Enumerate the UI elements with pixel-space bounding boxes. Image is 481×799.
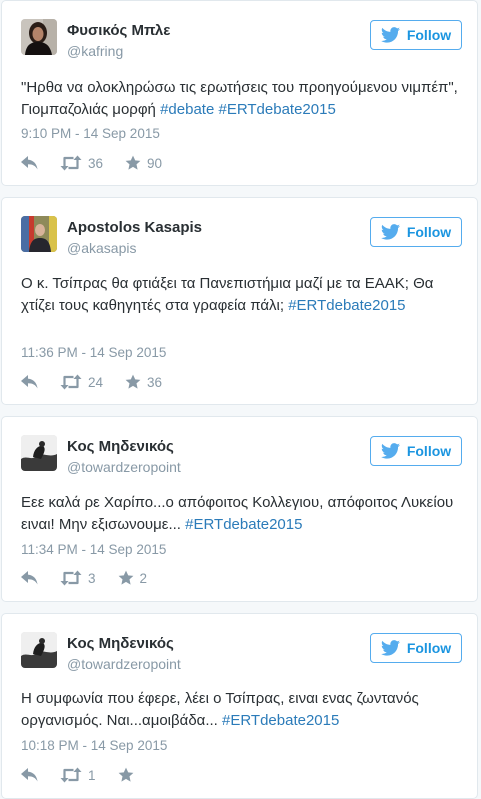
reply-icon bbox=[21, 375, 39, 389]
star-icon bbox=[118, 570, 134, 586]
like-button[interactable]: 2 bbox=[118, 570, 148, 586]
follow-button-label: Follow bbox=[406, 640, 452, 656]
follow-button[interactable]: Follow bbox=[370, 436, 462, 466]
star-icon bbox=[125, 374, 141, 390]
follow-button[interactable]: Follow bbox=[370, 217, 462, 247]
retweet-button[interactable]: 24 bbox=[60, 374, 103, 390]
avatar[interactable] bbox=[21, 216, 57, 252]
follow-button[interactable]: Follow bbox=[370, 633, 462, 663]
retweet-count: 3 bbox=[88, 570, 96, 586]
avatar[interactable] bbox=[21, 632, 57, 668]
timestamp[interactable]: 11:36 PM - 14 Sep 2015 bbox=[21, 345, 166, 360]
like-count: 36 bbox=[147, 374, 163, 390]
reply-button[interactable] bbox=[21, 768, 39, 782]
display-name[interactable]: Κος Μηδενικός bbox=[67, 438, 174, 455]
user-handle[interactable]: @towardzeropoint bbox=[67, 656, 181, 672]
tweet-actions: 24 36 bbox=[21, 373, 162, 391]
retweet-count: 1 bbox=[88, 767, 96, 783]
like-count: 90 bbox=[147, 155, 163, 171]
reply-button[interactable] bbox=[21, 156, 39, 170]
retweet-icon bbox=[60, 570, 82, 586]
reply-icon bbox=[21, 768, 39, 782]
twitter-bird-icon bbox=[381, 27, 400, 43]
follow-button-label: Follow bbox=[406, 443, 452, 459]
tweet-card[interactable]: Κος Μηδενικός @towardzeropoint Follow Η … bbox=[1, 613, 478, 799]
tweet-actions: 36 90 bbox=[21, 154, 162, 172]
reply-icon bbox=[21, 156, 39, 170]
avatar[interactable] bbox=[21, 435, 57, 471]
tweet-feed: Φυσικός Μπλε @kafring Follow "Ηρθα να ολ… bbox=[0, 0, 481, 799]
user-handle[interactable]: @towardzeropoint bbox=[67, 459, 181, 475]
follow-button[interactable]: Follow bbox=[370, 20, 462, 50]
hashtag-link[interactable]: #ERTdebate2015 bbox=[218, 101, 335, 118]
twitter-bird-icon bbox=[381, 224, 400, 240]
retweet-icon bbox=[60, 767, 82, 783]
reply-icon bbox=[21, 571, 39, 585]
avatar[interactable] bbox=[21, 19, 57, 55]
like-button[interactable]: 90 bbox=[125, 155, 162, 171]
reply-button[interactable] bbox=[21, 571, 39, 585]
display-name[interactable]: Κος Μηδενικός bbox=[67, 635, 174, 652]
twitter-bird-icon bbox=[381, 640, 400, 656]
user-handle[interactable]: @kafring bbox=[67, 43, 123, 59]
display-name[interactable]: Apostolos Kasapis bbox=[67, 219, 202, 236]
retweet-count: 36 bbox=[88, 155, 104, 171]
tweet-text-body: Η συμφωνία που έφερε, λέει ο Τσίπρας, ει… bbox=[21, 690, 419, 729]
like-count: 2 bbox=[139, 570, 148, 586]
hashtag-link[interactable]: #ERTdebate2015 bbox=[185, 516, 302, 533]
timestamp[interactable]: 9:10 PM - 14 Sep 2015 bbox=[21, 126, 160, 141]
tweet-card[interactable]: Apostolos Kasapis @akasapis Follow Ο κ. … bbox=[1, 197, 478, 405]
hashtag-link[interactable]: #ERTdebate2015 bbox=[288, 297, 405, 314]
display-name[interactable]: Φυσικός Μπλε bbox=[67, 22, 170, 39]
retweet-button[interactable]: 1 bbox=[60, 767, 96, 783]
tweet-actions: 3 2 bbox=[21, 569, 147, 587]
tweet-text: Η συμφωνία που έφερε, λέει ο Τσίπρας, ει… bbox=[21, 688, 461, 732]
retweet-count: 24 bbox=[88, 374, 104, 390]
twitter-bird-icon bbox=[381, 443, 400, 459]
tweet-card[interactable]: Κος Μηδενικός @towardzeropoint Follow Εε… bbox=[1, 416, 478, 602]
user-handle[interactable]: @akasapis bbox=[67, 240, 136, 256]
hashtag-link[interactable]: #ERTdebate2015 bbox=[222, 712, 339, 729]
timestamp[interactable]: 11:34 PM - 14 Sep 2015 bbox=[21, 542, 166, 557]
tweet-card[interactable]: Φυσικός Μπλε @kafring Follow "Ηρθα να ολ… bbox=[1, 0, 478, 186]
tweet-actions: 1 bbox=[21, 766, 140, 784]
hashtag-link[interactable]: #debate bbox=[160, 101, 214, 118]
like-button[interactable]: 36 bbox=[125, 374, 162, 390]
retweet-icon bbox=[60, 155, 82, 171]
retweet-icon bbox=[60, 374, 82, 390]
tweet-text: "Ηρθα να ολοκληρώσω τις ερωτήσεις του πρ… bbox=[21, 77, 461, 121]
retweet-button[interactable]: 3 bbox=[60, 570, 96, 586]
timestamp[interactable]: 10:18 PM - 14 Sep 2015 bbox=[21, 738, 167, 753]
like-button[interactable] bbox=[118, 767, 140, 783]
reply-button[interactable] bbox=[21, 375, 39, 389]
star-icon bbox=[125, 155, 141, 171]
follow-button-label: Follow bbox=[406, 224, 452, 240]
star-icon bbox=[118, 767, 134, 783]
follow-button-label: Follow bbox=[406, 27, 452, 43]
retweet-button[interactable]: 36 bbox=[60, 155, 103, 171]
tweet-text: Εεε καλά ρε Χαρίπο...ο απόφοιτος Κολλεγι… bbox=[21, 492, 461, 536]
tweet-text: Ο κ. Τσίπρας θα φτιάξει τα Πανεπιστήμια … bbox=[21, 273, 461, 317]
